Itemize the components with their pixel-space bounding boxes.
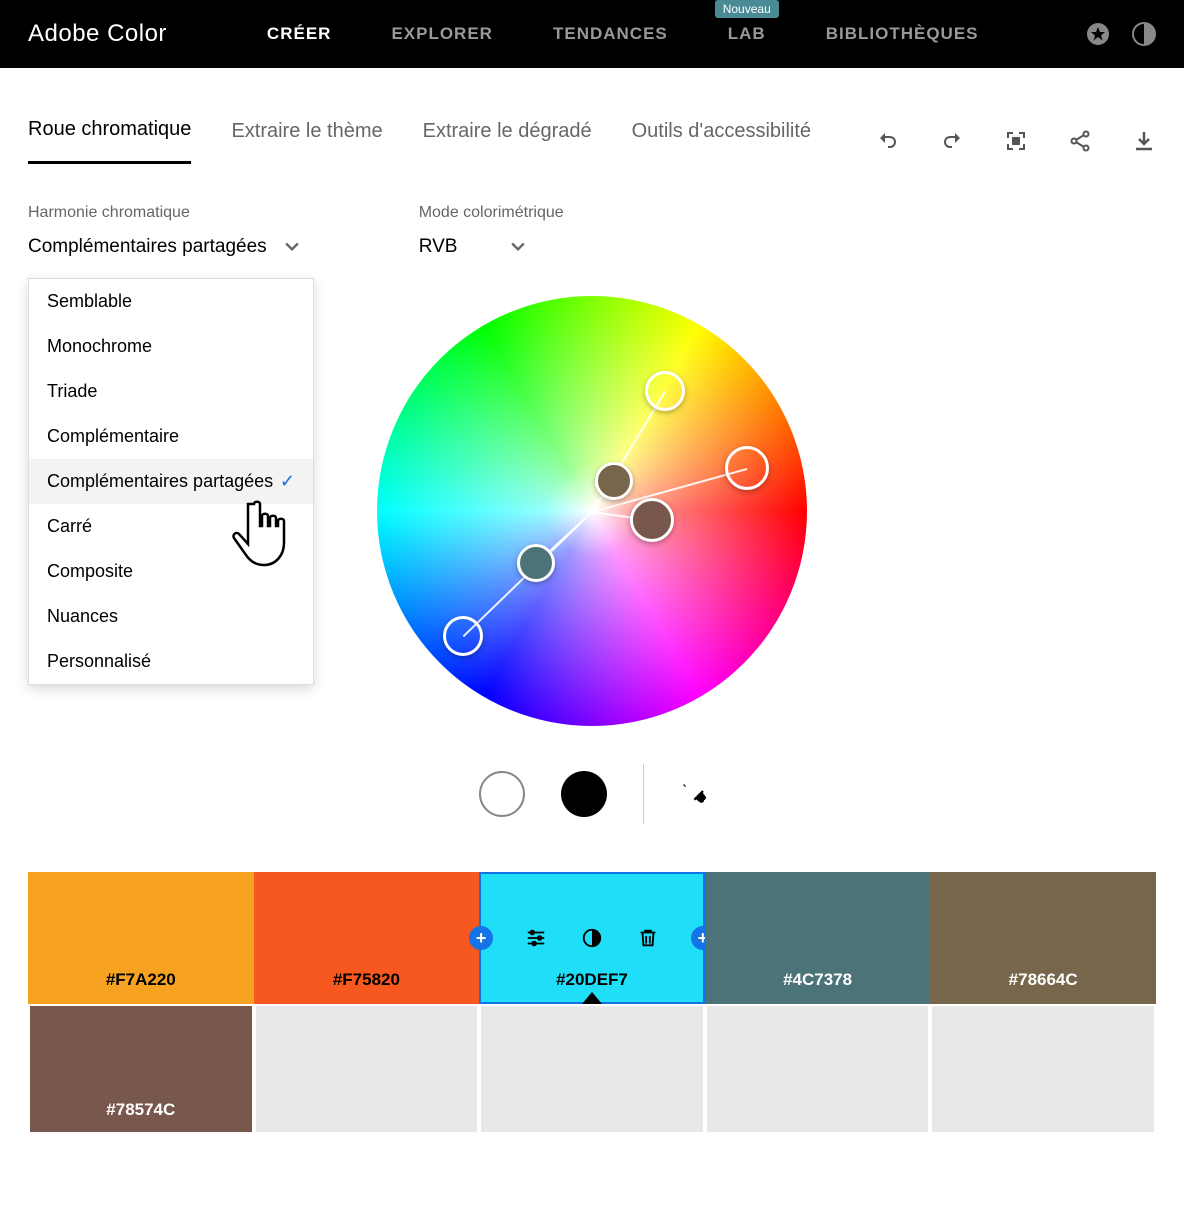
new-badge: Nouveau — [715, 0, 779, 18]
chevron-down-icon — [511, 240, 525, 254]
harmony-option-composite[interactable]: Composite — [29, 549, 313, 594]
download-icon[interactable] — [1132, 129, 1156, 153]
subnav-actions — [876, 129, 1156, 153]
tab-roue-chromatique[interactable]: Roue chromatique — [28, 118, 191, 164]
harmony-label: Harmonie chromatique — [28, 204, 299, 222]
palette-swatch[interactable] — [930, 1004, 1156, 1134]
harmony-dropdown-trigger[interactable]: Complémentaires partagées — [28, 236, 299, 258]
harmony-option-carre[interactable]: Carré — [29, 504, 313, 549]
chevron-down-icon — [285, 240, 299, 254]
nav-item-tendances[interactable]: TENDANCES — [553, 24, 668, 44]
tab-extraire-theme[interactable]: Extraire le thème — [231, 120, 382, 163]
harmony-value-text: Complémentaires partagées — [28, 236, 267, 258]
palette-row-2: #78574C — [0, 1004, 1184, 1134]
nav-items: CRÉER EXPLORER TENDANCES Nouveau LAB BIB… — [267, 24, 979, 44]
wheel-handle[interactable] — [645, 371, 685, 411]
swatch-hex-label: #78664C — [1009, 970, 1078, 990]
harmony-option-triade[interactable]: Triade — [29, 369, 313, 414]
palette-swatch[interactable]: #20DEF7++ — [479, 872, 705, 1004]
palette-swatch[interactable]: #78574C — [28, 1004, 254, 1134]
eyedropper-icon[interactable] — [680, 781, 706, 807]
nav-item-lab[interactable]: Nouveau LAB — [728, 24, 766, 44]
palette-swatch[interactable]: #4C7378 — [705, 872, 931, 1004]
nav-item-lab-label: LAB — [728, 24, 766, 43]
redo-icon[interactable] — [940, 129, 964, 153]
swatch-tools — [525, 927, 659, 949]
harmony-option-monochrome[interactable]: Monochrome — [29, 324, 313, 369]
swatch-hex-label: #20DEF7 — [556, 970, 628, 990]
nav-item-explorer[interactable]: EXPLORER — [391, 24, 493, 44]
wheel-handle[interactable] — [517, 544, 555, 582]
divider — [643, 764, 644, 824]
mode-value-text: RVB — [419, 236, 458, 258]
sliders-icon[interactable] — [525, 927, 547, 949]
nav-right — [1086, 22, 1156, 46]
theme-toggle-icon[interactable] — [1132, 22, 1156, 46]
logo[interactable]: Adobe Color — [28, 20, 167, 48]
contrast-icon[interactable] — [581, 927, 603, 949]
harmony-option-personnalise[interactable]: Personnalisé — [29, 639, 313, 684]
share-icon[interactable] — [1068, 129, 1092, 153]
controls-row: Harmonie chromatique Complémentaires par… — [0, 164, 1184, 276]
harmony-option-nuances[interactable]: Nuances — [29, 594, 313, 639]
palette-swatch[interactable]: #F75820 — [254, 872, 480, 1004]
wheel-handle[interactable] — [630, 498, 674, 542]
mode-control: Mode colorimétrique RVB — [419, 204, 564, 258]
harmony-dropdown: Semblable Monochrome Triade Complémentai… — [28, 278, 314, 685]
nav-item-creer[interactable]: CRÉER — [267, 24, 332, 44]
fullscreen-icon[interactable] — [1004, 129, 1028, 153]
trash-icon[interactable] — [637, 927, 659, 949]
swatch-hex-label: #4C7378 — [783, 970, 852, 990]
wheel-handle[interactable] — [595, 462, 633, 500]
palette-swatch[interactable]: #78664C — [930, 872, 1156, 1004]
mode-dropdown-trigger[interactable]: RVB — [419, 236, 564, 258]
swatch-hex-label: #78574C — [106, 1100, 175, 1120]
background-light-button[interactable] — [479, 771, 525, 817]
palette-swatch[interactable] — [254, 1004, 480, 1134]
tab-extraire-degrade[interactable]: Extraire le dégradé — [423, 120, 592, 163]
mode-label: Mode colorimétrique — [419, 204, 564, 222]
sub-nav: Roue chromatique Extraire le thème Extra… — [0, 118, 1184, 164]
top-nav: Adobe Color CRÉER EXPLORER TENDANCES Nou… — [0, 0, 1184, 68]
palette-swatch[interactable]: #F7A220 — [28, 872, 254, 1004]
active-swatch-indicator-icon — [582, 992, 602, 1004]
background-dark-button[interactable] — [561, 771, 607, 817]
harmony-option-complementaire[interactable]: Complémentaire — [29, 414, 313, 459]
harmony-control: Harmonie chromatique Complémentaires par… — [28, 204, 299, 258]
palette-row: #F7A220 #F75820 #20DEF7++ #4C7378 #78664C — [0, 872, 1184, 1004]
harmony-option-semblable[interactable]: Semblable — [29, 279, 313, 324]
undo-icon[interactable] — [876, 129, 900, 153]
add-swatch-left-button[interactable]: + — [469, 926, 493, 950]
star-icon[interactable] — [1086, 22, 1110, 46]
palette-swatch[interactable] — [479, 1004, 705, 1134]
color-wheel[interactable] — [377, 296, 807, 726]
background-toggle-row — [0, 764, 1184, 824]
nav-item-bibliotheques[interactable]: BIBLIOTHÈQUES — [826, 24, 979, 44]
wheel-handle[interactable] — [443, 616, 483, 656]
wheel-handle[interactable] — [725, 446, 769, 490]
check-icon: ✓ — [280, 471, 295, 492]
swatch-hex-label: #F7A220 — [106, 970, 176, 990]
harmony-option-complementaires-partagees[interactable]: Complémentaires partagées✓ — [29, 459, 313, 504]
swatch-hex-label: #F75820 — [333, 970, 400, 990]
palette-swatch[interactable] — [705, 1004, 931, 1134]
tab-accessibilite[interactable]: Outils d'accessibilité — [632, 120, 811, 163]
